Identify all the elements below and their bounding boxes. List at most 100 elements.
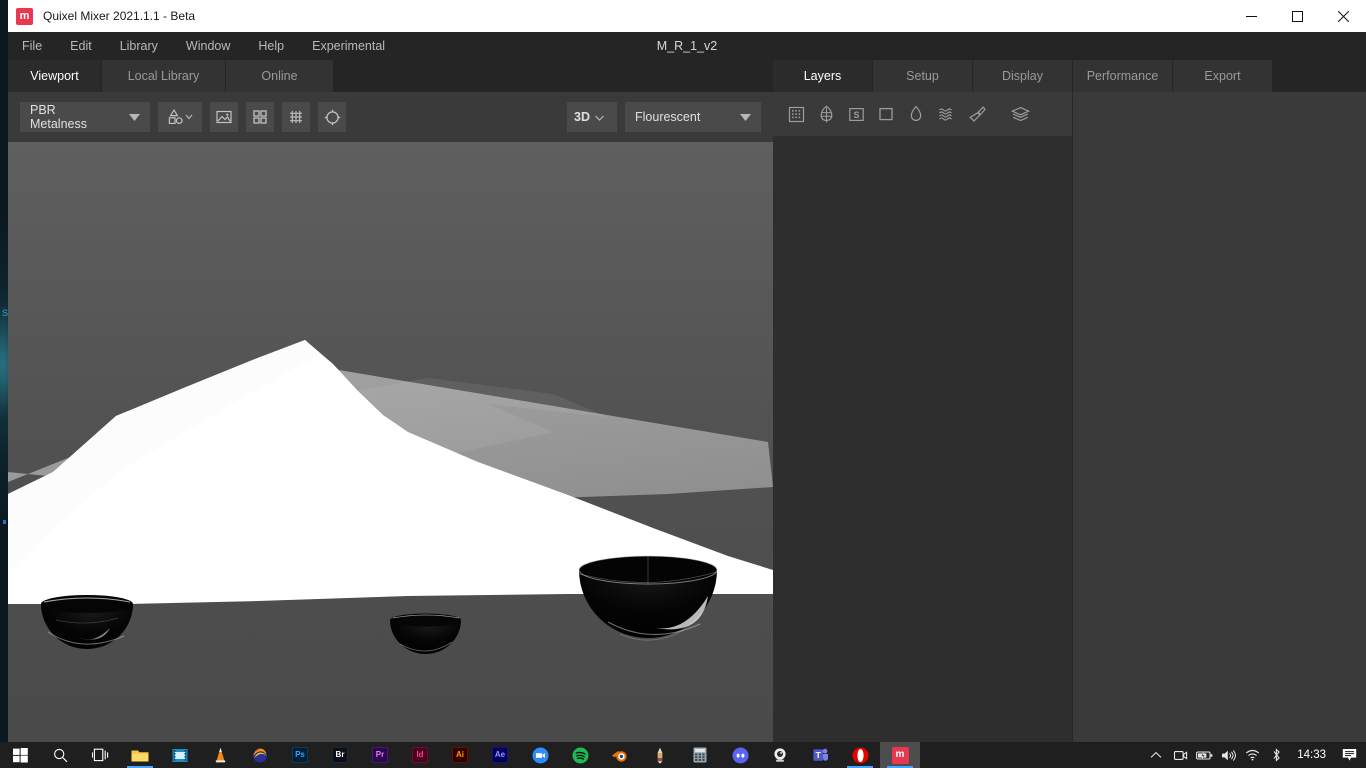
viewport-tab-strip: Viewport Local Library Online xyxy=(8,60,773,92)
3d-viewport-canvas[interactable] xyxy=(8,142,773,742)
taskbar-app-opera[interactable] xyxy=(840,742,880,768)
lighting-dropdown[interactable]: Flourescent xyxy=(625,102,761,132)
chevron-down-icon xyxy=(726,110,751,124)
tab-online[interactable]: Online xyxy=(226,60,334,92)
application-window: m Quixel Mixer 2021.1.1 - Beta File Edit… xyxy=(8,0,1366,742)
window-controls xyxy=(1228,0,1366,32)
tab-display[interactable]: Display xyxy=(973,60,1073,92)
taskbar-app-calculator[interactable] xyxy=(680,742,720,768)
menu-item-window[interactable]: Window xyxy=(172,32,244,60)
tab-performance[interactable]: Performance xyxy=(1073,60,1173,92)
start-button[interactable] xyxy=(0,742,40,768)
add-mask-icon[interactable] xyxy=(783,101,809,127)
action-center-icon[interactable] xyxy=(1336,742,1362,768)
minimize-button[interactable] xyxy=(1228,0,1274,32)
taskbar-app-microsoft-teams[interactable]: T xyxy=(800,742,840,768)
viewport-render xyxy=(8,142,773,742)
taskbar-app-photoshop[interactable]: Ps xyxy=(280,742,320,768)
illustrator-icon: Ai xyxy=(452,747,468,763)
mesh-grid-button[interactable] xyxy=(282,102,310,132)
right-panel: Layers Setup Display Performance Export xyxy=(773,60,1366,742)
right-tab-filler xyxy=(1273,60,1366,92)
taskbar-app-media-player[interactable] xyxy=(160,742,200,768)
taskbar-app-premiere-pro[interactable]: Pr xyxy=(360,742,400,768)
chevron-down-icon xyxy=(595,110,604,124)
bluetooth-icon[interactable] xyxy=(1265,742,1287,768)
taskbar-app-spotify[interactable] xyxy=(560,742,600,768)
taskbar-app-zoom[interactable] xyxy=(520,742,560,768)
main-body: Viewport Local Library Online PBR Metaln… xyxy=(8,60,1366,742)
tiling-preview-button[interactable] xyxy=(318,102,346,132)
menu-item-help[interactable]: Help xyxy=(244,32,298,60)
tab-strip-filler xyxy=(334,60,773,92)
camera-icon[interactable] xyxy=(1169,742,1191,768)
volume-icon[interactable] xyxy=(1217,742,1239,768)
tab-local-library[interactable]: Local Library xyxy=(102,60,226,92)
right-tab-strip: Layers Setup Display Performance Export xyxy=(773,60,1366,92)
search-button[interactable] xyxy=(40,742,80,768)
menu-bar: File Edit Library Window Help Experiment… xyxy=(8,32,1366,60)
photoshop-icon: Ps xyxy=(292,747,308,763)
battery-icon[interactable] xyxy=(1193,742,1215,768)
taskbar-app-after-effects[interactable]: Ae xyxy=(480,742,520,768)
network-icon[interactable] xyxy=(1241,742,1263,768)
close-button[interactable] xyxy=(1320,0,1366,32)
tab-export[interactable]: Export xyxy=(1173,60,1273,92)
tab-viewport[interactable]: Viewport xyxy=(8,60,102,92)
tab-setup[interactable]: Setup xyxy=(873,60,973,92)
add-surface-icon[interactable] xyxy=(813,101,839,127)
taskbar-app-firefox[interactable] xyxy=(240,742,280,768)
layers-list[interactable] xyxy=(773,136,1072,742)
menu-item-experimental[interactable]: Experimental xyxy=(298,32,399,60)
windows-taskbar: Ps Br Pr Id Ai Ae T m 14:33 xyxy=(0,742,1366,768)
taskbar-app-webcam[interactable] xyxy=(760,742,800,768)
grid-view-button[interactable] xyxy=(246,102,274,132)
taskbar-clock[interactable]: 14:33 xyxy=(1289,742,1334,768)
tab-layers[interactable]: Layers xyxy=(773,60,873,92)
maximize-button[interactable] xyxy=(1274,0,1320,32)
app-logo-icon: m xyxy=(16,7,33,25)
add-smart-material-icon[interactable]: S xyxy=(843,101,869,127)
svg-text:S: S xyxy=(853,110,859,120)
add-paint-layer-icon[interactable] xyxy=(903,101,929,127)
material-model-value: PBR Metalness xyxy=(30,103,87,131)
quixel-mixer-icon: m xyxy=(891,746,909,764)
after-effects-icon: Ae xyxy=(492,747,508,763)
taskbar-app-illustrator[interactable]: Ai xyxy=(440,742,480,768)
shapes-icon-button[interactable] xyxy=(158,102,202,132)
lighting-value: Flourescent xyxy=(635,110,701,124)
add-group-icon[interactable] xyxy=(1007,101,1033,127)
menu-item-edit[interactable]: Edit xyxy=(56,32,106,60)
layers-panel: S xyxy=(773,92,1073,742)
image-preview-button[interactable] xyxy=(210,102,238,132)
taskbar-app-quixel-mixer[interactable]: m xyxy=(880,742,920,768)
view-mode-value: 3D xyxy=(574,110,590,124)
show-hidden-icons-button[interactable] xyxy=(1145,742,1167,768)
viewport-toolbar: PBR Metalness 3D Flourescent xyxy=(8,92,773,142)
layer-properties-area[interactable] xyxy=(1073,92,1366,742)
taskbar-app-discord[interactable] xyxy=(720,742,760,768)
taskbar-app-pen-tool[interactable] xyxy=(640,742,680,768)
view-mode-dropdown[interactable]: 3D xyxy=(567,102,617,132)
taskbar-app-indesign[interactable]: Id xyxy=(400,742,440,768)
taskbar-app-bridge[interactable]: Br xyxy=(320,742,360,768)
indesign-icon: Id xyxy=(412,747,428,763)
layers-toolbar: S xyxy=(773,92,1072,136)
right-panel-body: S xyxy=(773,92,1366,742)
add-displace-layer-icon[interactable] xyxy=(933,101,959,127)
menu-item-file[interactable]: File xyxy=(8,32,56,60)
material-model-dropdown[interactable]: PBR Metalness xyxy=(20,102,150,132)
window-title: Quixel Mixer 2021.1.1 - Beta xyxy=(43,9,196,23)
bridge-icon: Br xyxy=(332,747,348,763)
taskbar-app-file-explorer[interactable] xyxy=(120,742,160,768)
menu-item-library[interactable]: Library xyxy=(106,32,172,60)
svg-text:T: T xyxy=(815,750,821,760)
task-view-button[interactable] xyxy=(80,742,120,768)
chevron-down-icon xyxy=(115,110,140,124)
add-brush-layer-icon[interactable] xyxy=(963,101,989,127)
taskbar-app-vlc[interactable] xyxy=(200,742,240,768)
title-bar: m Quixel Mixer 2021.1.1 - Beta xyxy=(8,0,1366,32)
add-solid-layer-icon[interactable] xyxy=(873,101,899,127)
viewport-panel: Viewport Local Library Online PBR Metaln… xyxy=(8,60,773,742)
taskbar-app-blender[interactable] xyxy=(600,742,640,768)
